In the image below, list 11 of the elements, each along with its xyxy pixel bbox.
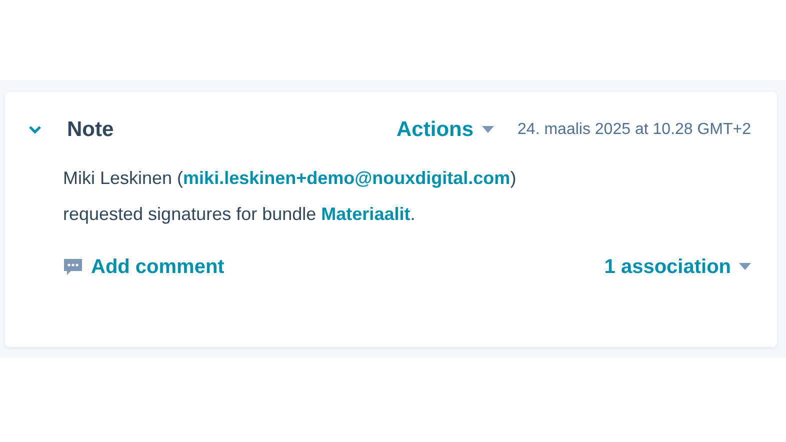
note-link[interactable]: Materiaalit	[321, 204, 410, 224]
comment-icon	[63, 258, 83, 276]
caret-icon	[739, 263, 751, 270]
timestamp: 24. maalis 2025 at 10.28 GMT+2	[518, 120, 751, 140]
note-title: Note	[67, 117, 114, 143]
associations-dropdown[interactable]: 1 association	[604, 252, 751, 282]
caret-icon	[482, 126, 494, 134]
add-comment-button[interactable]: Add comment	[63, 252, 224, 282]
note-body: Miki Leskinen (miki.leskinen+demo@nouxdigital.com) requested signatures for bundle Materiaalit.	[63, 166, 518, 226]
note-link[interactable]: miki.leskinen+demo@nouxdigital.com	[183, 168, 510, 188]
actions-dropdown[interactable]: Actions	[396, 114, 494, 146]
